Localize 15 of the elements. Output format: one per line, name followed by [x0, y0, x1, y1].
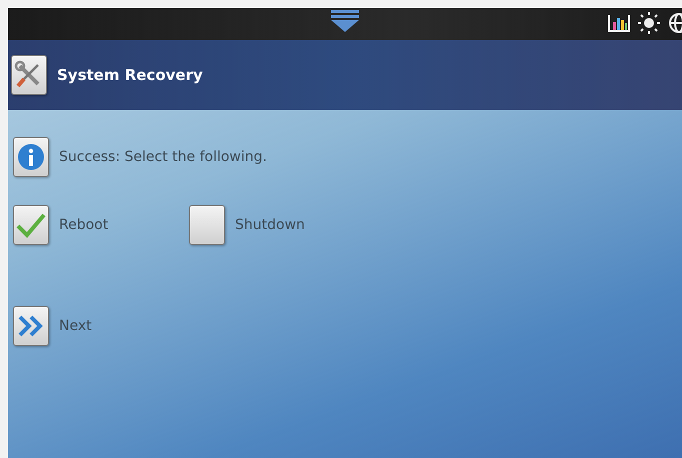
tools-icon[interactable] — [11, 55, 47, 95]
option-checkbox[interactable] — [13, 205, 49, 245]
next-label: Next — [59, 318, 92, 334]
info-icon — [13, 137, 49, 177]
double-chevron-icon — [18, 315, 44, 337]
option-checkbox[interactable] — [189, 205, 225, 245]
option-label: Shutdown — [235, 217, 305, 233]
option-label: Reboot — [59, 217, 108, 233]
screen-title: System Recovery — [57, 66, 203, 84]
brightness-icon[interactable] — [638, 12, 660, 34]
next-arrow-button[interactable] — [13, 306, 49, 346]
globe-icon[interactable] — [668, 12, 682, 34]
status-message: Success: Select the following. — [59, 149, 267, 165]
pull-down-arrow-icon[interactable] — [331, 10, 359, 32]
bar-chart-icon[interactable] — [608, 13, 630, 33]
